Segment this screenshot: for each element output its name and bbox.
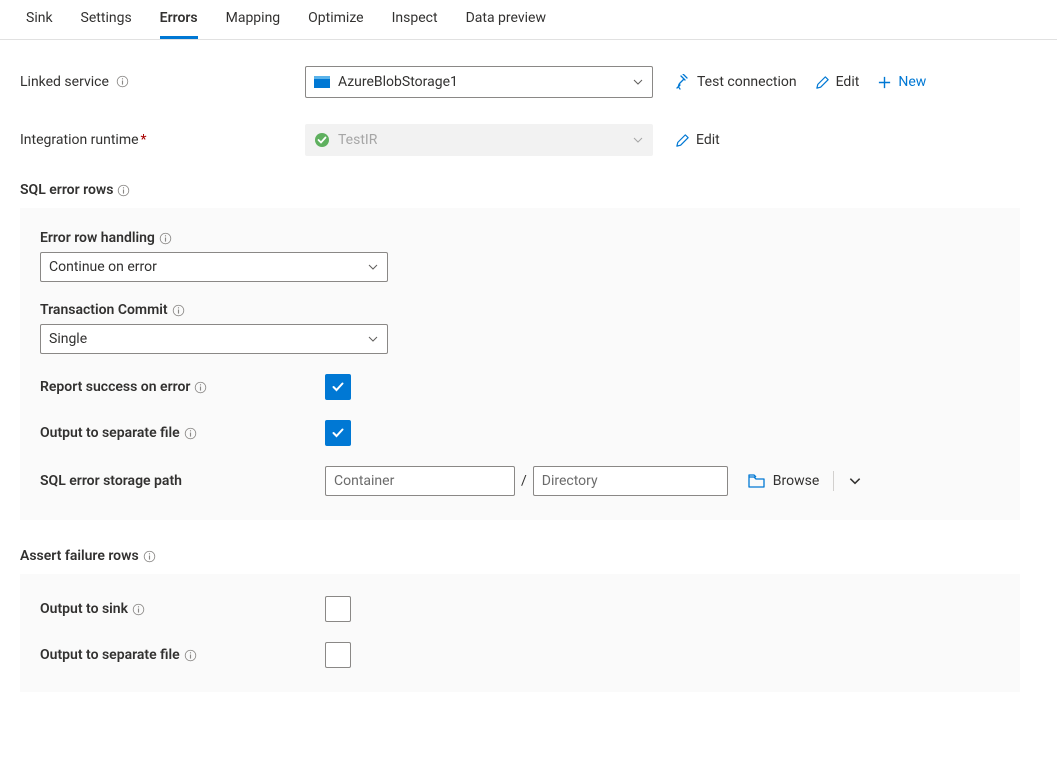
- info-icon: [172, 304, 185, 317]
- plus-icon: [877, 75, 892, 90]
- browse-button[interactable]: Browse: [773, 473, 819, 489]
- path-separator: /: [521, 473, 527, 489]
- assert-failure-rows-panel: Output to sink Output to separate file: [20, 574, 1020, 692]
- tab-data-preview[interactable]: Data preview: [466, 10, 546, 39]
- report-success-checkbox[interactable]: [325, 374, 351, 400]
- info-icon: [132, 603, 145, 616]
- plug-icon: [675, 74, 691, 90]
- integration-runtime-dropdown[interactable]: TestIR: [305, 124, 653, 156]
- info-icon: [194, 381, 207, 394]
- container-input[interactable]: [325, 466, 515, 496]
- sql-error-storage-path-label: SQL error storage path: [40, 473, 325, 489]
- output-to-sink-checkbox[interactable]: [325, 596, 351, 622]
- integration-runtime-label: Integration runtime*: [20, 132, 305, 148]
- error-row-handling-select[interactable]: Continue on error: [40, 252, 388, 282]
- chevron-down-icon: [848, 474, 862, 488]
- directory-input[interactable]: [533, 466, 728, 496]
- info-icon: [143, 550, 156, 563]
- linked-service-label: Linked service: [20, 74, 305, 90]
- error-row-handling-label: Error row handling: [40, 230, 1000, 246]
- pencil-icon: [675, 133, 690, 148]
- sql-error-rows-heading: SQL error rows: [20, 182, 1020, 198]
- linked-service-dropdown[interactable]: AzureBlobStorage1: [305, 66, 653, 98]
- assert-output-separate-file-checkbox[interactable]: [325, 642, 351, 668]
- browse-chevron[interactable]: [848, 474, 862, 488]
- chevron-down-icon: [632, 134, 644, 146]
- pencil-icon: [815, 75, 830, 90]
- success-icon: [314, 132, 330, 148]
- chevron-down-icon: [632, 76, 644, 88]
- output-separate-file-label: Output to separate file: [40, 425, 325, 441]
- test-connection-button[interactable]: Test connection: [675, 74, 797, 90]
- assert-output-separate-file-label: Output to separate file: [40, 647, 325, 663]
- info-icon: [117, 184, 130, 197]
- tab-bar: Sink Settings Errors Mapping Optimize In…: [0, 0, 1057, 40]
- info-icon: [184, 427, 197, 440]
- storage-icon: [314, 76, 330, 88]
- tab-inspect[interactable]: Inspect: [392, 10, 438, 39]
- output-to-sink-label: Output to sink: [40, 601, 325, 617]
- chevron-down-icon: [367, 261, 379, 273]
- separator: [833, 471, 834, 491]
- tab-optimize[interactable]: Optimize: [308, 10, 363, 39]
- integration-runtime-value: TestIR: [338, 132, 377, 148]
- new-linked-service-button[interactable]: New: [877, 74, 926, 90]
- transaction-commit-select[interactable]: Single: [40, 324, 388, 354]
- info-icon: [159, 232, 172, 245]
- output-separate-file-checkbox[interactable]: [325, 420, 351, 446]
- transaction-commit-label: Transaction Commit: [40, 302, 1000, 318]
- chevron-down-icon: [367, 333, 379, 345]
- info-icon: [116, 75, 129, 88]
- folder-icon: [748, 474, 765, 489]
- check-icon: [330, 425, 346, 441]
- sql-error-rows-panel: Error row handling Continue on error Tra…: [20, 208, 1020, 520]
- report-success-label: Report success on error: [40, 379, 325, 395]
- assert-failure-rows-heading: Assert failure rows: [20, 548, 1020, 564]
- edit-integration-runtime-button[interactable]: Edit: [675, 132, 720, 148]
- tab-mapping[interactable]: Mapping: [226, 10, 281, 39]
- check-icon: [330, 379, 346, 395]
- tab-errors[interactable]: Errors: [160, 10, 198, 39]
- tab-settings[interactable]: Settings: [81, 10, 132, 39]
- info-icon: [184, 649, 197, 662]
- edit-linked-service-button[interactable]: Edit: [815, 74, 860, 90]
- linked-service-value: AzureBlobStorage1: [338, 74, 458, 90]
- tab-sink[interactable]: Sink: [26, 10, 53, 39]
